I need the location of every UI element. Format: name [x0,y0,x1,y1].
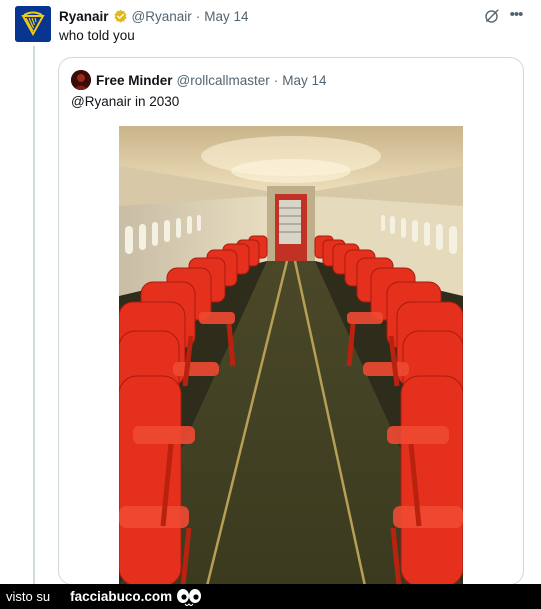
ryanair-avatar[interactable] [15,6,51,42]
quote-date[interactable]: May 14 [282,73,326,88]
verified-badge-icon [114,9,127,23]
watermark-footer: visto su facciabuco.com [0,584,541,609]
quote-header: Free Minder @rollcallmaster · May 14 [96,70,327,90]
author-handle[interactable]: @Ryanair [132,9,192,24]
tweet-date[interactable]: May 14 [204,9,248,24]
free-minder-avatar[interactable] [71,70,91,90]
thread-line [33,46,35,586]
eyes-icon [177,588,202,606]
quote-text: @Ryanair in 2030 [71,94,180,109]
grok-icon[interactable] [483,8,500,25]
cabin-chairs-image[interactable] [119,126,463,584]
footer-site-label[interactable]: facciabuco.com [70,589,172,604]
avatar-figure-icon [71,70,91,90]
author-name[interactable]: Ryanair [59,9,109,24]
quote-separator-dot: · [273,72,279,88]
quote-tweet-card[interactable]: Free Minder @rollcallmaster · May 14 @Ry… [58,57,524,585]
separator-dot: · [195,8,201,24]
cabin-scene-illustration [119,126,463,584]
more-icon[interactable]: ••• [506,6,526,26]
tweet-text: who told you [59,28,135,43]
tweet-header: Ryanair @Ryanair · May 14 [59,6,249,26]
footer-visto-label: visto su [6,589,51,604]
quote-author-handle[interactable]: @rollcallmaster [177,73,270,88]
ryanair-harp-logo-icon [15,6,51,42]
quote-author-name[interactable]: Free Minder [96,73,173,88]
